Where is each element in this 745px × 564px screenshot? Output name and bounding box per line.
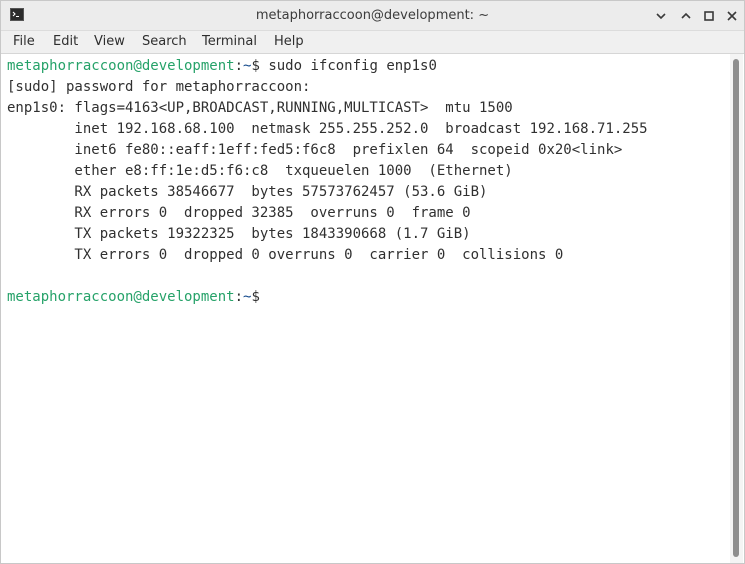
restore-button[interactable] xyxy=(677,7,695,25)
current-prompt-line: metaphorraccoon@development:~$ xyxy=(7,289,260,305)
command-text: sudo ifconfig enp1s0 xyxy=(268,58,437,74)
terminal-output[interactable]: metaphorraccoon@development:~$ sudo ifco… xyxy=(1,54,729,563)
output-line: inet 192.168.68.100 netmask 255.255.252.… xyxy=(7,121,648,137)
output-line: TX errors 0 dropped 0 overruns 0 carrier… xyxy=(7,247,564,263)
maximize-square-icon xyxy=(704,11,714,21)
window-title: metaphorraccoon@development: ~ xyxy=(255,8,490,23)
menu-view[interactable]: View xyxy=(94,31,125,53)
menu-file[interactable]: File xyxy=(13,31,35,53)
prompt-user: metaphorraccoon@development xyxy=(7,289,235,305)
menu-help[interactable]: Help xyxy=(274,31,304,53)
output-line: inet6 fe80::eaff:1eff:fed5:f6c8 prefixle… xyxy=(7,142,623,158)
prompt-path: ~ xyxy=(243,289,252,305)
close-button[interactable] xyxy=(723,7,741,25)
scrollbar-thumb[interactable] xyxy=(733,59,739,557)
command-line: metaphorraccoon@development:~$ sudo ifco… xyxy=(7,58,437,74)
output-line: TX packets 19322325 bytes 1843390668 (1.… xyxy=(7,226,471,242)
title-bar[interactable]: metaphorraccoon@development: ~ xyxy=(1,1,744,31)
menu-bar: File Edit View Search Terminal Help xyxy=(1,31,744,54)
output-line: enp1s0: flags=4163<UP,BROADCAST,RUNNING,… xyxy=(7,100,513,116)
terminal-window: metaphorraccoon@development: ~ File Edit… xyxy=(0,0,745,564)
prompt-user: metaphorraccoon@development xyxy=(7,58,235,74)
output-line: RX errors 0 dropped 32385 overruns 0 fra… xyxy=(7,205,471,221)
menu-search[interactable]: Search xyxy=(142,31,187,53)
chevron-up-icon xyxy=(681,12,691,19)
menu-edit[interactable]: Edit xyxy=(53,31,78,53)
output-line: [sudo] password for metaphorraccoon: xyxy=(7,79,311,95)
close-icon xyxy=(727,11,737,21)
scrollbar[interactable] xyxy=(730,54,743,563)
minimize-button[interactable] xyxy=(652,7,670,25)
chevron-down-icon xyxy=(656,13,666,20)
menu-terminal[interactable]: Terminal xyxy=(202,31,257,53)
output-line: RX packets 38546677 bytes 57573762457 (5… xyxy=(7,184,488,200)
prompt-path: ~ xyxy=(243,58,252,74)
output-line: ether e8:ff:1e:d5:f6:c8 txqueuelen 1000 … xyxy=(7,163,513,179)
maximize-button[interactable] xyxy=(700,7,718,25)
